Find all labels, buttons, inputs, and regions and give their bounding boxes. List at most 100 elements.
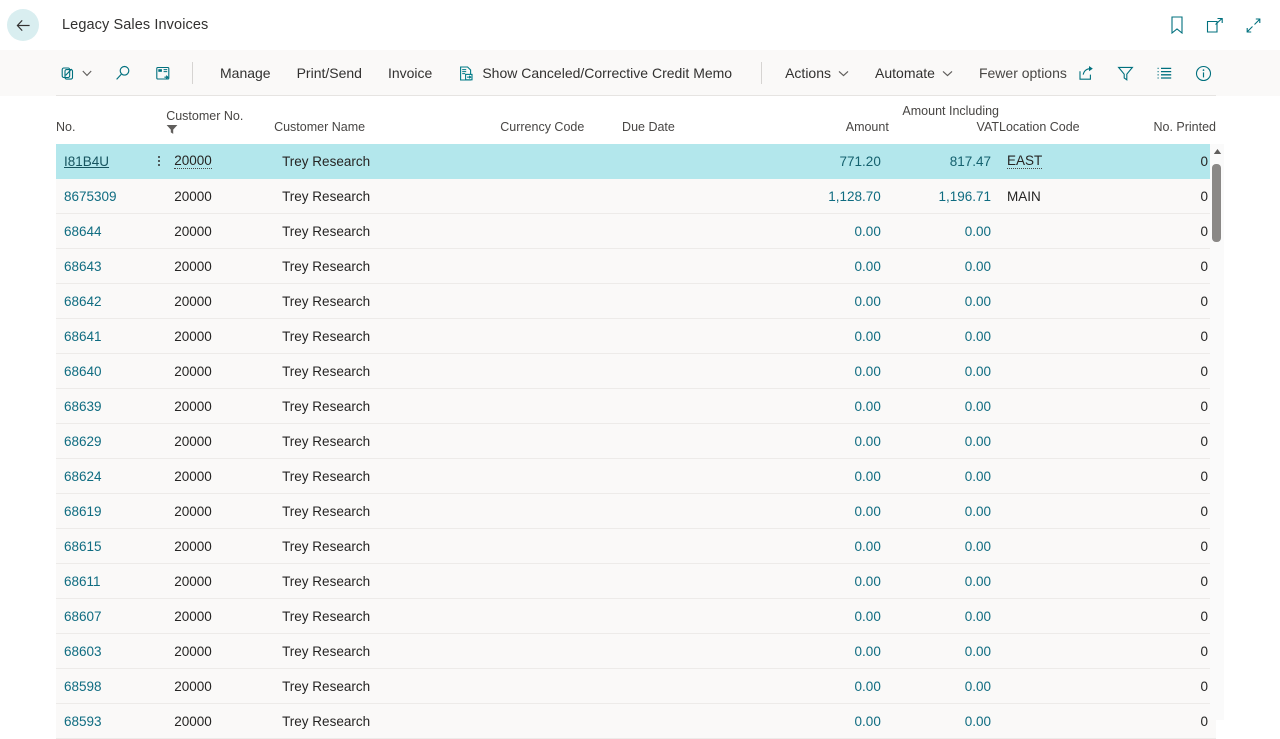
cell-amount_vat[interactable]: 0.00 [889, 354, 999, 389]
cell-due_date[interactable] [622, 669, 784, 704]
cell-currency[interactable] [500, 459, 622, 494]
cell-customer_name[interactable]: Trey Research [274, 179, 500, 214]
cell-currency[interactable] [500, 284, 622, 319]
cell-amount_vat[interactable]: 0.00 [889, 459, 999, 494]
invoice-no-link[interactable]: 8675309 [64, 189, 117, 204]
cell-no_printed[interactable]: 0 [1115, 249, 1216, 284]
cell-due_date[interactable] [622, 704, 784, 739]
cell-location[interactable] [999, 319, 1115, 354]
column-filter-icon[interactable] [166, 124, 178, 135]
cell-no_printed[interactable]: 0 [1115, 144, 1216, 179]
invoice-no-link[interactable]: 68629 [64, 434, 102, 449]
table-row[interactable]: 6861920000Trey Research0.000.000 [56, 494, 1216, 529]
cell-no_printed[interactable]: 0 [1115, 494, 1216, 529]
cell-no[interactable]: 68615 [56, 529, 166, 564]
cell-amount_vat[interactable]: 0.00 [889, 249, 999, 284]
cell-due_date[interactable] [622, 529, 784, 564]
cell-no[interactable]: 68603 [56, 634, 166, 669]
cell-no[interactable]: 68641 [56, 319, 166, 354]
invoice-no-link[interactable]: 68640 [64, 364, 102, 379]
cell-due_date[interactable] [622, 459, 784, 494]
cell-customer_name[interactable]: Trey Research [274, 214, 500, 249]
table-row[interactable]: I81B4U20000Trey Research771.20817.47EAST… [56, 144, 1216, 179]
cell-amount_vat[interactable]: 0.00 [889, 424, 999, 459]
cell-no[interactable]: 68643 [56, 249, 166, 284]
share-button[interactable] [1073, 58, 1099, 88]
cell-no_printed[interactable]: 0 [1115, 669, 1216, 704]
table-row[interactable]: 6860720000Trey Research0.000.000 [56, 599, 1216, 634]
cell-customer_no[interactable]: 20000 [166, 599, 274, 634]
cell-currency[interactable] [500, 249, 622, 284]
cell-location[interactable] [999, 669, 1115, 704]
table-row[interactable]: 6860320000Trey Research0.000.000 [56, 634, 1216, 669]
cell-amount[interactable]: 0.00 [784, 669, 888, 704]
cell-customer_name[interactable]: Trey Research [274, 669, 500, 704]
cell-customer_name[interactable]: Trey Research [274, 704, 500, 739]
cell-due_date[interactable] [622, 179, 784, 214]
command-actions[interactable]: Actions [772, 58, 862, 88]
cell-location[interactable]: EAST [999, 144, 1115, 179]
cell-no[interactable]: 68640 [56, 354, 166, 389]
cell-due_date[interactable] [622, 354, 784, 389]
column-header-currency[interactable]: Currency Code [500, 96, 622, 144]
cell-currency[interactable] [500, 564, 622, 599]
cell-no_printed[interactable]: 0 [1115, 529, 1216, 564]
cell-no_printed[interactable]: 0 [1115, 214, 1216, 249]
table-row[interactable]: 6859320000Trey Research0.000.000 [56, 704, 1216, 739]
cell-amount[interactable]: 0.00 [784, 564, 888, 599]
table-row[interactable]: 6861520000Trey Research0.000.000 [56, 529, 1216, 564]
cell-customer_name[interactable]: Trey Research [274, 354, 500, 389]
cell-location[interactable] [999, 704, 1115, 739]
cell-customer_name[interactable]: Trey Research [274, 424, 500, 459]
cell-customer_no[interactable]: 20000 [166, 704, 274, 739]
cell-location[interactable] [999, 634, 1115, 669]
cell-amount_vat[interactable]: 0.00 [889, 599, 999, 634]
cell-no[interactable]: 68607 [56, 599, 166, 634]
cell-due_date[interactable] [622, 599, 784, 634]
table-row[interactable]: 6863920000Trey Research0.000.000 [56, 389, 1216, 424]
cell-amount[interactable]: 0.00 [784, 319, 888, 354]
cell-amount[interactable]: 1,128.70 [784, 179, 888, 214]
cell-no_printed[interactable]: 0 [1115, 704, 1216, 739]
cell-currency[interactable] [500, 144, 622, 179]
cell-no_printed[interactable]: 0 [1115, 179, 1216, 214]
cell-no[interactable]: 68629 [56, 424, 166, 459]
cell-amount[interactable]: 0.00 [784, 284, 888, 319]
cell-location[interactable] [999, 214, 1115, 249]
cell-due_date[interactable] [622, 284, 784, 319]
cell-currency[interactable] [500, 214, 622, 249]
cell-customer_name[interactable]: Trey Research [274, 459, 500, 494]
cell-customer_no[interactable]: 20000 [166, 144, 274, 179]
cell-due_date[interactable] [622, 214, 784, 249]
cell-customer_name[interactable]: Trey Research [274, 319, 500, 354]
cell-amount_vat[interactable]: 0.00 [889, 669, 999, 704]
invoice-no-link[interactable]: 68624 [64, 469, 102, 484]
cell-no[interactable]: 68642 [56, 284, 166, 319]
info-button[interactable] [1190, 58, 1216, 88]
cell-customer_name[interactable]: Trey Research [274, 284, 500, 319]
cell-customer_no[interactable]: 20000 [166, 179, 274, 214]
invoice-no-link[interactable]: 68639 [64, 399, 102, 414]
cell-amount[interactable]: 0.00 [784, 424, 888, 459]
cell-amount[interactable]: 0.00 [784, 389, 888, 424]
cell-amount_vat[interactable]: 0.00 [889, 284, 999, 319]
open-in-excel-button[interactable] [150, 58, 176, 88]
cell-no[interactable]: 68639 [56, 389, 166, 424]
cell-due_date[interactable] [622, 389, 784, 424]
column-header-customer_no[interactable]: Customer No. [166, 96, 274, 144]
cell-currency[interactable] [500, 494, 622, 529]
cell-due_date[interactable] [622, 424, 784, 459]
cell-customer_name[interactable]: Trey Research [274, 529, 500, 564]
invoice-no-link[interactable]: 68593 [64, 714, 102, 729]
cell-currency[interactable] [500, 704, 622, 739]
cell-due_date[interactable] [622, 249, 784, 284]
cell-no[interactable]: 68611 [56, 564, 166, 599]
cell-customer_no[interactable]: 20000 [166, 249, 274, 284]
cell-amount[interactable]: 0.00 [784, 354, 888, 389]
cell-amount[interactable]: 771.20 [784, 144, 888, 179]
column-header-location[interactable]: Location Code [999, 96, 1115, 144]
cell-customer_no[interactable]: 20000 [166, 669, 274, 704]
cell-amount_vat[interactable]: 0.00 [889, 494, 999, 529]
cell-location[interactable] [999, 249, 1115, 284]
scroll-up-arrow-icon[interactable] [1210, 144, 1224, 158]
